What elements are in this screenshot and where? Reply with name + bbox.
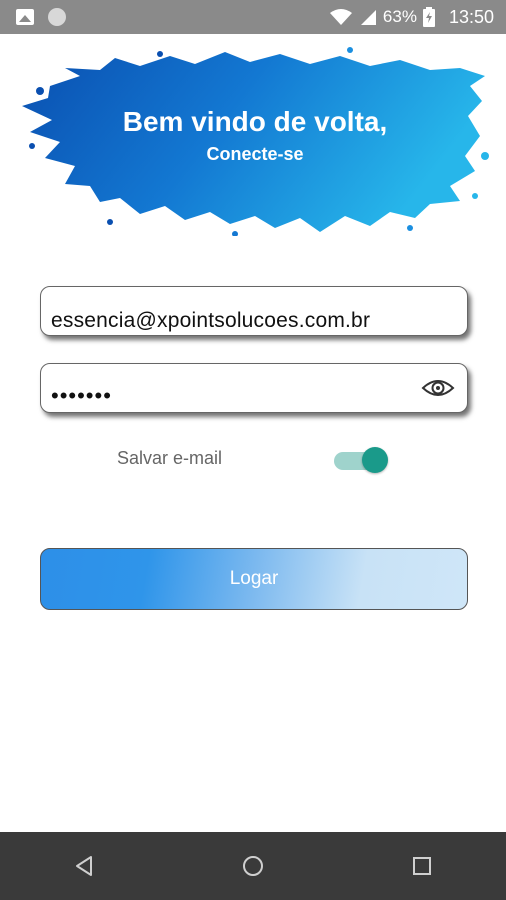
battery-icon bbox=[422, 7, 435, 27]
clock: 13:50 bbox=[448, 6, 494, 27]
circle-icon bbox=[48, 8, 66, 26]
home-button[interactable] bbox=[223, 836, 283, 896]
login-button[interactable]: Logar bbox=[40, 548, 468, 610]
recents-button[interactable] bbox=[392, 836, 452, 896]
welcome-subtitle: Conecte-se bbox=[206, 144, 304, 164]
status-bar: 63% 13:50 bbox=[0, 0, 506, 34]
back-button[interactable] bbox=[54, 836, 114, 896]
gallery-icon bbox=[16, 9, 34, 25]
battery-percentage: 63% bbox=[382, 7, 417, 26]
wifi-icon bbox=[329, 9, 352, 25]
welcome-title: Bem vindo de volta, bbox=[122, 106, 388, 137]
email-field[interactable]: essencia@xpointsolucoes.com.br bbox=[40, 286, 468, 336]
home-icon bbox=[242, 856, 263, 876]
password-value: ••••••• bbox=[51, 383, 112, 408]
toggle-thumb bbox=[362, 447, 388, 473]
login-button-label: Logar bbox=[229, 568, 279, 589]
password-field[interactable]: ••••••• bbox=[40, 363, 468, 413]
signal-icon bbox=[360, 10, 376, 25]
welcome-banner: Bem vindo de volta, Conecte-se bbox=[20, 46, 490, 236]
status-bar-left bbox=[0, 8, 66, 26]
navigation-bar bbox=[0, 832, 506, 900]
save-email-toggle[interactable] bbox=[334, 446, 390, 474]
recents-icon bbox=[412, 857, 431, 875]
eye-icon[interactable] bbox=[421, 376, 455, 400]
status-bar-right: 63% 13:50 bbox=[329, 7, 506, 28]
paint-splash-graphic bbox=[22, 47, 489, 236]
save-email-label: Salvar e-mail bbox=[117, 448, 223, 468]
email-value: essencia@xpointsolucoes.com.br bbox=[51, 309, 371, 332]
back-icon bbox=[76, 856, 93, 876]
